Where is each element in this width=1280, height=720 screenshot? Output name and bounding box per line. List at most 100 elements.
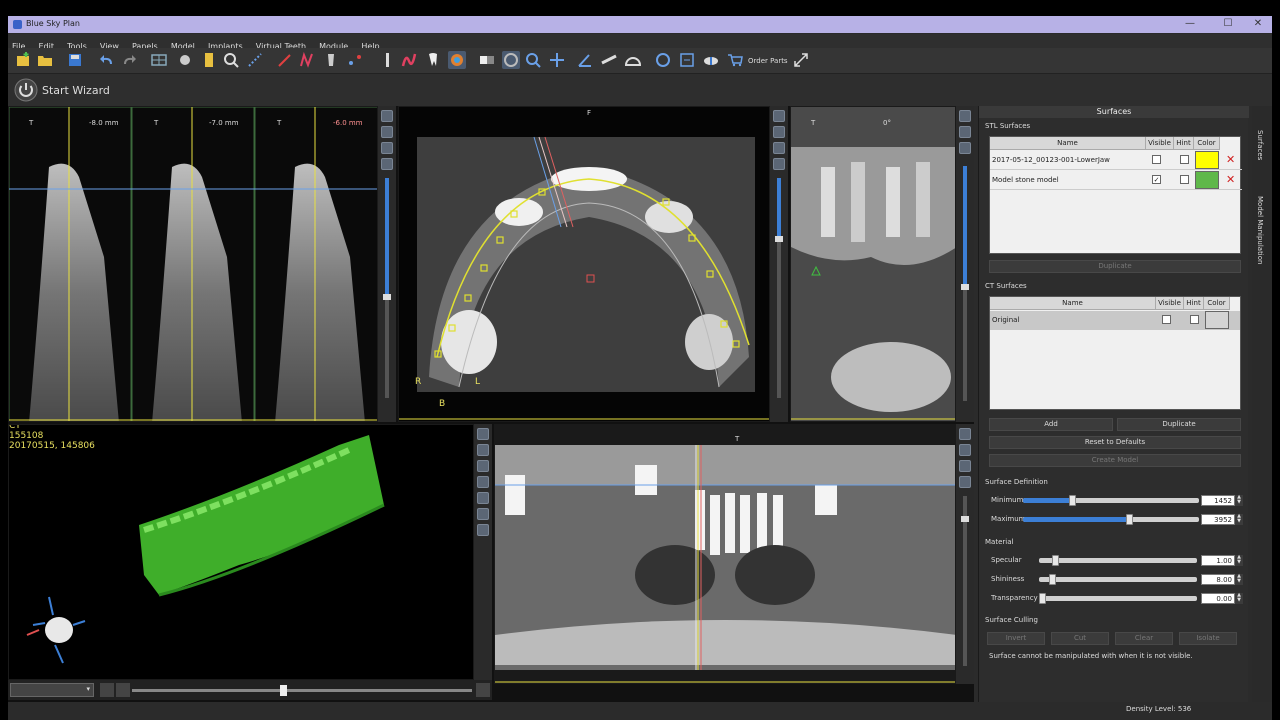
ct-col-hint[interactable]: Hint [1184,297,1204,310]
view-toggle-icon[interactable] [959,428,971,440]
ct-visible-checkbox[interactable] [1162,315,1171,324]
density-color-icon[interactable] [448,51,466,69]
shininess-input[interactable]: 8.00 [1201,574,1235,585]
close-button[interactable]: ✕ [1246,17,1270,31]
stepper-arrows-icon[interactable]: ▲ ▼ [1235,593,1243,604]
stepper-arrows-icon[interactable]: ▲ ▼ [1235,574,1243,585]
contrast-icon[interactable] [478,51,496,69]
stl-col-name[interactable]: Name [990,137,1146,150]
maximize-button[interactable]: ☐ [1216,17,1240,31]
upload-cloud-icon[interactable] [702,51,720,69]
rewind-icon[interactable] [100,683,114,697]
zoom-icon[interactable] [222,51,240,69]
export-icon[interactable] [678,51,696,69]
panoramic-scrollbar[interactable] [961,496,969,666]
transparency-input[interactable]: 0.00 [1201,593,1235,604]
pan-points-icon[interactable] [246,51,264,69]
ct-hint-checkbox[interactable] [1190,315,1199,324]
table-row[interactable]: Original [990,311,1240,330]
protractor-icon[interactable] [624,51,642,69]
cross-section-scrollbar[interactable] [383,178,391,398]
view-toggle-icon[interactable] [477,476,489,488]
minimum-slider[interactable] [1023,495,1199,506]
pin-icon[interactable] [378,51,396,69]
view-select-dropdown[interactable]: ▾ [10,683,94,697]
step-back-icon[interactable] [116,683,130,697]
stl-visible-checkbox[interactable]: ✓ [1152,175,1161,184]
points-icon[interactable] [346,51,364,69]
minimum-input[interactable]: 1452 [1201,495,1235,506]
stl-visible-checkbox[interactable] [1152,155,1161,164]
ct-col-color[interactable]: Color [1204,297,1230,310]
add-surface-button[interactable]: Add [989,418,1113,431]
redo-icon[interactable] [120,51,138,69]
maximum-slider[interactable] [1023,514,1199,525]
duplicate-surface-button[interactable]: Duplicate [1117,418,1241,431]
cross-section-view[interactable]: T -8.0 mm T -7.0 mm T -6.0 mm [8,106,378,422]
delete-icon[interactable]: ✕ [1226,173,1235,186]
view-toggle-icon[interactable] [381,158,393,170]
tab-model-manipulation[interactable]: Model Manipulation [1256,196,1264,264]
view-toggle-icon[interactable] [959,142,971,154]
ct-col-visible[interactable]: Visible [1156,297,1184,310]
stepper-arrows-icon[interactable]: ▲ ▼ [1235,555,1243,566]
cart-icon[interactable] [726,51,744,69]
start-wizard-button[interactable]: Start Wizard [14,77,124,103]
order-parts-label[interactable]: Order Parts [748,57,788,65]
screenshot-icon[interactable] [176,51,194,69]
animation-slider[interactable] [132,685,472,696]
table-row[interactable]: Model stone model ✓ ✕ [990,171,1242,190]
stl-col-hint[interactable]: Hint [1174,137,1194,150]
stepper-arrows-icon[interactable]: ▲ ▼ [1235,495,1243,506]
tab-surfaces[interactable]: Surfaces [1256,130,1264,160]
nerve-canal-icon[interactable] [400,51,418,69]
view-toggle-icon[interactable] [381,110,393,122]
isolate-button[interactable]: Isolate [1179,632,1237,645]
view-toggle-icon[interactable] [959,476,971,488]
view-toggle-icon[interactable] [773,158,785,170]
view-toggle-icon[interactable] [773,126,785,138]
axial-scrollbar[interactable] [775,178,783,398]
stl-col-visible[interactable]: Visible [1146,137,1174,150]
3d-view[interactable]: CT 155108 20170515, 145806 [8,424,474,680]
ct-col-name[interactable]: Name [990,297,1156,310]
shininess-slider[interactable] [1039,574,1197,585]
move-icon[interactable] [548,51,566,69]
stepper-arrows-icon[interactable]: ▲ ▼ [1235,514,1243,525]
fullscreen-icon[interactable] [792,51,810,69]
refresh-icon[interactable] [654,51,672,69]
table-row[interactable]: 2017-05-12_00123-001-LowerJaw ✕ [990,151,1242,170]
invert-button[interactable]: Invert [987,632,1045,645]
view-toggle-icon[interactable] [773,110,785,122]
transparency-slider[interactable] [1039,593,1197,604]
panoramic-view[interactable]: T [494,424,956,684]
view-toggle-icon[interactable] [959,126,971,138]
stl-col-color[interactable]: Color [1194,137,1220,150]
stl-hint-checkbox[interactable] [1180,175,1189,184]
fast-forward-icon[interactable] [476,683,490,697]
tooth-icon[interactable] [424,51,442,69]
view-toggle-icon[interactable] [381,126,393,138]
maximum-input[interactable]: 3952 [1201,514,1235,525]
open-folder-icon[interactable] [36,51,54,69]
clear-button[interactable]: Clear [1115,632,1173,645]
view-toggle-icon[interactable] [959,460,971,472]
ruler-icon[interactable] [200,51,218,69]
view-toggle-icon[interactable] [773,142,785,154]
magnify-icon[interactable] [524,51,542,69]
create-model-button[interactable]: Create Model [989,454,1241,467]
stl-duplicate-button[interactable]: Duplicate [989,260,1241,273]
distance-measure-icon[interactable] [600,51,618,69]
specular-input[interactable]: 1.00 [1201,555,1235,566]
stl-color-swatch[interactable] [1195,151,1219,169]
angle-measure-icon[interactable] [576,51,594,69]
view-toggle-icon[interactable] [477,508,489,520]
view-toggle-icon[interactable] [381,142,393,154]
view-toggle-icon[interactable] [959,110,971,122]
new-project-icon[interactable] [14,51,32,69]
stl-color-swatch[interactable] [1195,171,1219,189]
reset-defaults-button[interactable]: Reset to Defaults [989,436,1241,449]
curve-icon[interactable] [298,51,316,69]
undo-icon[interactable] [98,51,116,69]
stl-hint-checkbox[interactable] [1180,155,1189,164]
